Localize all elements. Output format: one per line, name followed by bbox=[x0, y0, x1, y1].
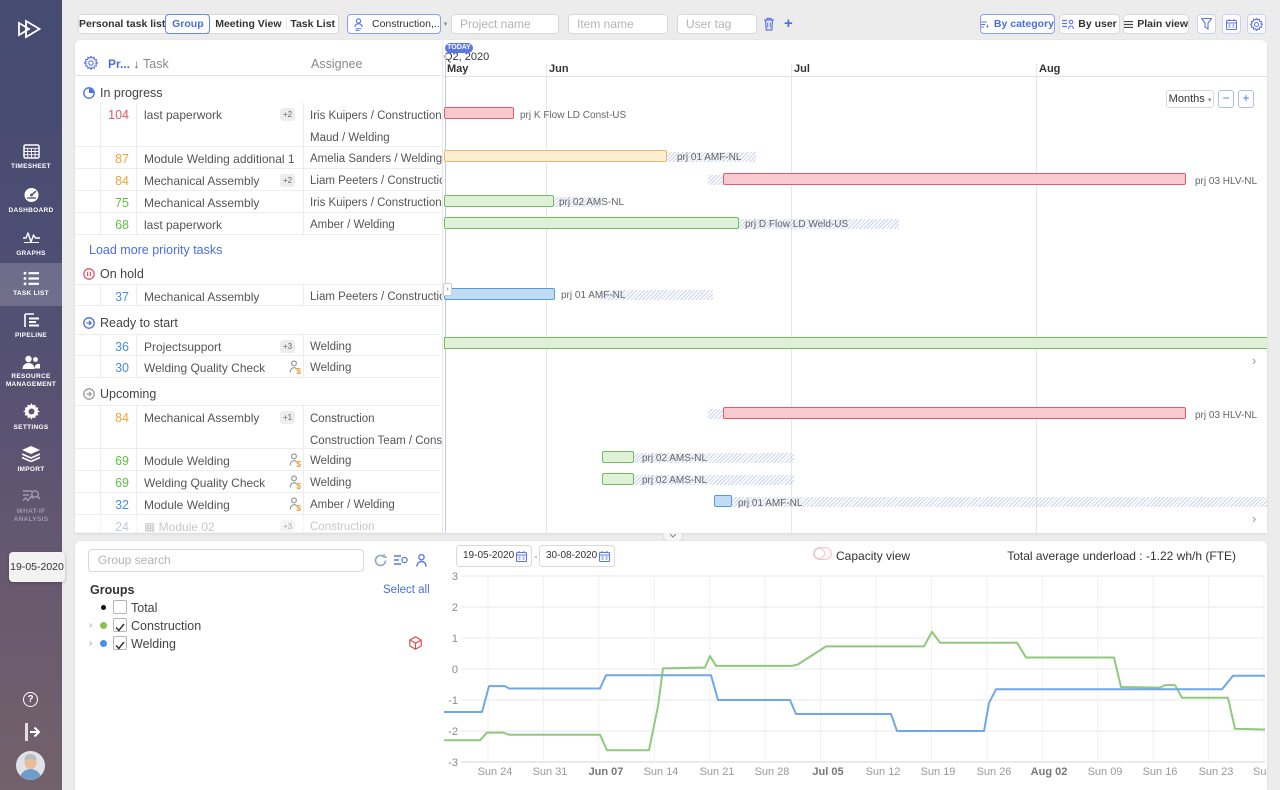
svg-text:$: $ bbox=[296, 503, 301, 511]
svg-text:Sun 28: Sun 28 bbox=[755, 766, 790, 778]
svg-text:-3: -3 bbox=[448, 757, 458, 769]
svg-text:Sun 31: Sun 31 bbox=[533, 766, 568, 778]
svg-text:3: 3 bbox=[452, 571, 458, 583]
svg-text:Jun 07: Jun 07 bbox=[589, 766, 624, 778]
svg-text:Sun 24: Sun 24 bbox=[478, 766, 513, 778]
svg-text:Sun 14: Sun 14 bbox=[644, 766, 679, 778]
svg-text:1: 1 bbox=[452, 633, 458, 645]
svg-text:Sun 09: Sun 09 bbox=[1088, 766, 1123, 778]
svg-text:-2: -2 bbox=[448, 726, 458, 738]
svg-text:Sun 23: Sun 23 bbox=[1199, 766, 1234, 778]
svg-text:Su: Su bbox=[1253, 766, 1266, 778]
svg-text:Jul 05: Jul 05 bbox=[812, 766, 843, 778]
svg-text:Sun 16: Sun 16 bbox=[1143, 766, 1178, 778]
svg-text:$: $ bbox=[296, 481, 301, 489]
svg-text:0: 0 bbox=[452, 664, 458, 676]
svg-text:Sun 12: Sun 12 bbox=[866, 766, 901, 778]
svg-text:$: $ bbox=[296, 366, 301, 374]
svg-text:Sun 19: Sun 19 bbox=[921, 766, 956, 778]
svg-text:-1: -1 bbox=[448, 695, 458, 707]
svg-text:Sun 26: Sun 26 bbox=[977, 766, 1012, 778]
svg-text:Aug 02: Aug 02 bbox=[1031, 766, 1068, 778]
svg-text:2: 2 bbox=[452, 602, 458, 614]
svg-text:$: $ bbox=[296, 459, 301, 467]
svg-text:Sun 21: Sun 21 bbox=[700, 766, 735, 778]
